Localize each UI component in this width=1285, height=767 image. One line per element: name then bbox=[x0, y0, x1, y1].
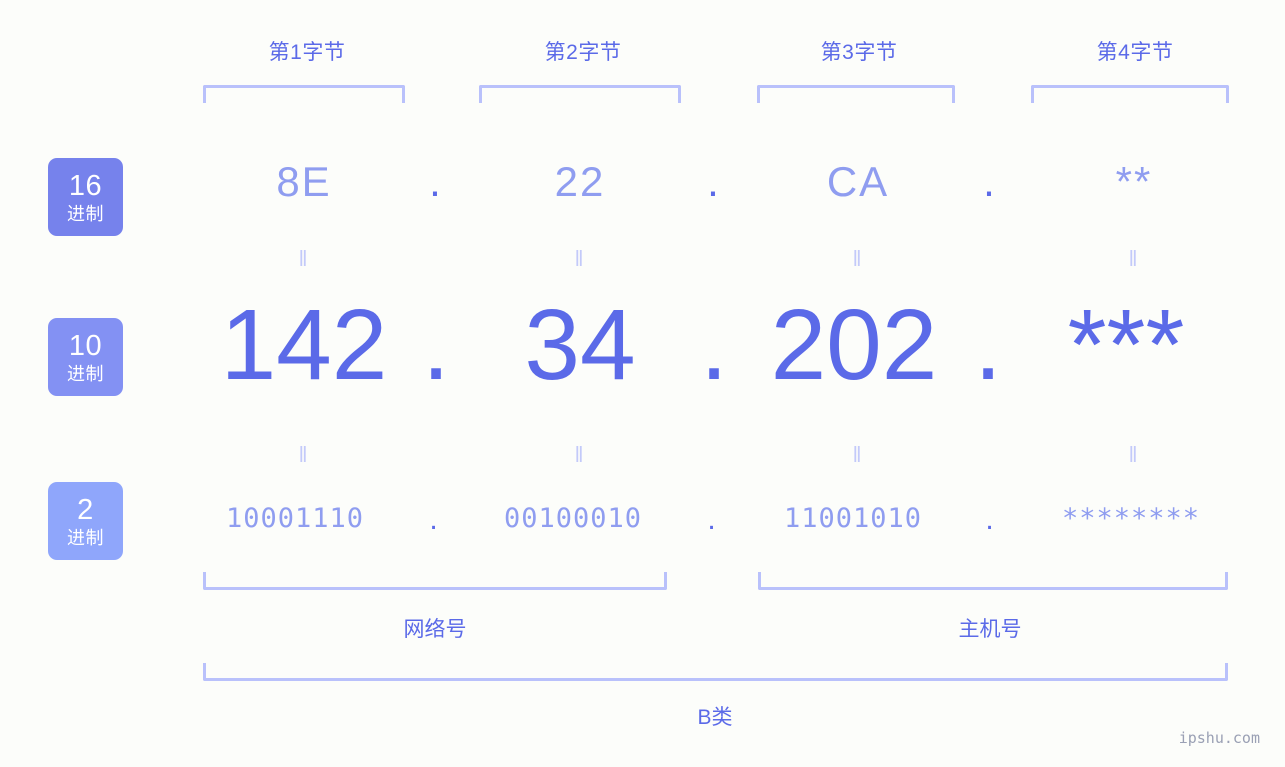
equals-mark-dec-bin-1: ‖ bbox=[298, 442, 310, 467]
host-portion-label: 主机号 bbox=[958, 618, 1022, 641]
network-portion-label: 网络号 bbox=[403, 618, 467, 641]
hex-octet-1: 8E bbox=[276, 158, 332, 205]
equals-mark-dec-bin-4: ‖ bbox=[1128, 442, 1140, 467]
hex-separator-3: . bbox=[983, 158, 997, 205]
decimal-octet-3: 202 bbox=[770, 289, 938, 401]
byte-header-2: 第2字节 bbox=[544, 41, 622, 64]
binary-separator-2: . bbox=[707, 503, 717, 536]
base-badge-decimal: 10 进制 bbox=[48, 318, 123, 396]
byte-bracket-1 bbox=[203, 85, 405, 103]
hex-separator-1: . bbox=[429, 158, 443, 205]
decimal-octet-2: 34 bbox=[524, 289, 636, 401]
equals-mark-dec-bin-3: ‖ bbox=[852, 442, 864, 467]
decimal-separator-1: . bbox=[422, 289, 450, 401]
base-badge-decimal-suffix: 进制 bbox=[67, 363, 104, 384]
address-class-bracket bbox=[203, 663, 1228, 681]
hex-octet-2: 22 bbox=[554, 158, 606, 205]
byte-header-3: 第3字节 bbox=[820, 41, 898, 64]
binary-octet-2: 00100010 bbox=[503, 503, 643, 534]
equals-mark-hex-dec-2: ‖ bbox=[574, 246, 586, 271]
binary-separator-1: . bbox=[429, 503, 439, 536]
site-watermark: ipshu.com bbox=[1178, 729, 1260, 747]
decimal-octet-4: *** bbox=[1067, 289, 1185, 401]
byte-bracket-3 bbox=[757, 85, 955, 103]
hex-octet-3: CA bbox=[826, 158, 890, 205]
binary-octet-3: 11001010 bbox=[783, 503, 923, 534]
base-badge-binary-suffix: 进制 bbox=[67, 527, 104, 548]
base-badge-decimal-number: 10 bbox=[68, 329, 103, 362]
ip-address-breakdown-diagram: 第1字节 第2字节 第3字节 第4字节 16 进制 10 进制 2 进制 8E … bbox=[0, 0, 1285, 767]
host-portion-bracket bbox=[758, 572, 1228, 590]
equals-mark-dec-bin-2: ‖ bbox=[574, 442, 586, 467]
equals-mark-hex-dec-4: ‖ bbox=[1128, 246, 1140, 271]
base-badge-hex-suffix: 进制 bbox=[67, 203, 104, 224]
base-badge-hex-number: 16 bbox=[68, 169, 103, 202]
equals-mark-hex-dec-1: ‖ bbox=[298, 246, 310, 271]
byte-bracket-4 bbox=[1031, 85, 1229, 103]
base-badge-hex: 16 进制 bbox=[48, 158, 123, 236]
byte-header-1: 第1字节 bbox=[268, 41, 346, 64]
decimal-octet-1: 142 bbox=[220, 289, 388, 401]
byte-header-4: 第4字节 bbox=[1096, 41, 1174, 64]
binary-octet-4: ******** bbox=[1061, 503, 1201, 534]
byte-bracket-2 bbox=[479, 85, 681, 103]
address-class-label: B类 bbox=[697, 706, 733, 729]
binary-octet-1: 10001110 bbox=[225, 503, 365, 534]
network-portion-bracket bbox=[203, 572, 667, 590]
hex-octet-4: ** bbox=[1115, 158, 1153, 205]
base-badge-binary: 2 进制 bbox=[48, 482, 123, 560]
equals-mark-hex-dec-3: ‖ bbox=[852, 246, 864, 271]
binary-separator-3: . bbox=[985, 503, 995, 536]
hex-separator-2: . bbox=[707, 158, 721, 205]
base-badge-binary-number: 2 bbox=[77, 493, 94, 526]
